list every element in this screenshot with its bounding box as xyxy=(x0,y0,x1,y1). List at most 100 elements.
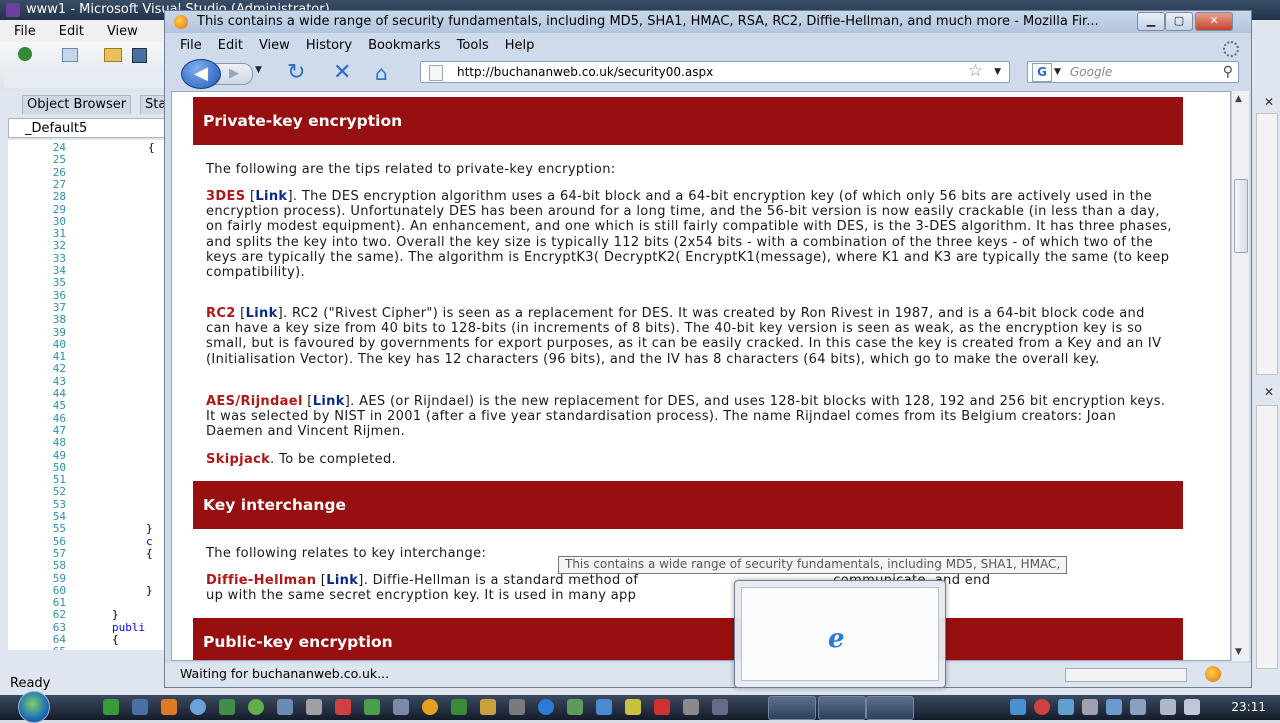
section-heading-key-interchange: Key interchange xyxy=(193,481,1183,529)
menu-edit[interactable]: Edit xyxy=(208,35,249,57)
vs-open-folder-icon[interactable] xyxy=(104,48,122,62)
scroll-thumb[interactable] xyxy=(1234,179,1248,253)
text-diffie-hellman: . Diffie-Hellman is a standard method of xyxy=(363,573,643,588)
address-bar[interactable]: http://buchananweb.co.uk/security00.aspx… xyxy=(420,61,1010,83)
tray-icon[interactable] xyxy=(1058,699,1074,715)
vs-scrollbar[interactable] xyxy=(1256,113,1278,375)
tray-icon[interactable] xyxy=(1130,699,1146,715)
url-dropdown-icon[interactable]: ▼ xyxy=(994,62,1001,82)
menu-bookmarks[interactable]: Bookmarks xyxy=(358,35,447,57)
vs-code-editor[interactable]: 24{25 26 27 28 29 30 31 32 33 34 35 36 37 38 39 40 41 42 4… xyxy=(8,140,170,650)
tray-icon[interactable] xyxy=(1034,699,1050,715)
close-icon[interactable]: ✕ xyxy=(1264,95,1274,109)
code-fragment: c xyxy=(146,534,153,548)
stop-icon[interactable]: ✕ xyxy=(333,61,351,85)
vs-menu-view[interactable]: View xyxy=(93,20,147,42)
search-box[interactable]: G ▼ Google ⚲ xyxy=(1027,61,1239,83)
quicklaunch-icon[interactable] xyxy=(596,699,612,715)
quicklaunch-icon[interactable] xyxy=(480,699,496,715)
taskbar-thumbnail-preview[interactable]: e xyxy=(734,580,946,688)
scroll-down-icon[interactable]: ▼ xyxy=(1235,647,1242,657)
network-icon[interactable] xyxy=(1160,699,1176,715)
paragraph-aes: AES/Rijndael [Link]. AES (or Rijndael) i… xyxy=(206,394,1166,440)
reload-icon[interactable]: ↻ xyxy=(287,61,305,85)
tab-object-browser[interactable]: Object Browser xyxy=(22,95,132,114)
link-aes[interactable]: Link xyxy=(313,394,345,409)
vs-add-item-icon[interactable] xyxy=(62,48,78,62)
vs-save-icon[interactable] xyxy=(132,48,147,63)
tray-icon[interactable] xyxy=(1082,699,1098,715)
bookmark-star-icon[interactable]: ☆ xyxy=(968,61,983,81)
code-fragment: { xyxy=(146,546,153,560)
vs-logo-icon xyxy=(6,3,20,17)
page-icon xyxy=(429,65,443,81)
tray-icon[interactable] xyxy=(1010,699,1026,715)
search-icon[interactable]: ⚲ xyxy=(1223,62,1233,82)
taskbar-button[interactable] xyxy=(768,696,816,720)
link-diffie-hellman[interactable]: Link xyxy=(326,573,358,588)
minimize-button[interactable]: ▁ xyxy=(1137,12,1165,31)
menu-view[interactable]: View xyxy=(249,35,296,57)
vs-menu-edit[interactable]: Edit xyxy=(45,20,93,42)
quicklaunch-icon[interactable] xyxy=(306,699,322,715)
quicklaunch-icon[interactable] xyxy=(422,699,438,715)
quicklaunch-icon[interactable] xyxy=(161,699,177,715)
term-aes: AES/Rijndael xyxy=(206,394,303,409)
paragraph-3des: 3DES [Link]. The DES encryption algorith… xyxy=(206,189,1172,281)
quicklaunch-icon[interactable] xyxy=(683,699,699,715)
taskbar-button-ie[interactable] xyxy=(818,696,866,720)
link-3des[interactable]: Link xyxy=(255,189,287,204)
loading-throbber-icon xyxy=(1223,41,1239,57)
vs-status-text: Ready xyxy=(10,676,51,691)
quicklaunch-icon[interactable] xyxy=(103,699,119,715)
quicklaunch-icon[interactable] xyxy=(335,699,351,715)
tray-icon[interactable] xyxy=(1106,699,1122,715)
close-button[interactable]: ✕ xyxy=(1195,12,1233,31)
quicklaunch-icon[interactable] xyxy=(277,699,293,715)
clock[interactable]: 23:11 xyxy=(1231,695,1266,720)
scroll-up-icon[interactable]: ▲ xyxy=(1235,94,1242,104)
menu-file[interactable]: File xyxy=(165,35,208,57)
back-button[interactable]: ◀ xyxy=(181,59,221,89)
quicklaunch-icon[interactable] xyxy=(654,699,670,715)
vs-status-bar: Ready xyxy=(0,672,170,695)
google-engine-icon[interactable]: G xyxy=(1032,63,1052,82)
home-icon[interactable]: ⌂ xyxy=(375,61,388,85)
quicklaunch-icon[interactable] xyxy=(132,699,148,715)
vs-right-panel: ✕ ✕ xyxy=(1252,95,1280,672)
page-content[interactable]: Private-key encryption The following are… xyxy=(171,91,1231,661)
menu-help[interactable]: Help xyxy=(495,35,541,57)
vs-tool-tabs: Object Browser Sta xyxy=(0,95,172,114)
search-engine-dropdown-icon[interactable]: ▼ xyxy=(1054,62,1061,82)
menu-tools[interactable]: Tools xyxy=(447,35,495,57)
taskbar-button-firefox[interactable] xyxy=(866,696,914,720)
quicklaunch-icon[interactable] xyxy=(393,699,409,715)
vs-document-tab[interactable]: _Default5 xyxy=(8,118,170,138)
line-number: 48 xyxy=(52,436,66,450)
quicklaunch-icon[interactable] xyxy=(451,699,467,715)
close-icon[interactable]: ✕ xyxy=(1264,385,1274,399)
line-number: 52 xyxy=(52,485,66,499)
quicklaunch-icon[interactable] xyxy=(364,699,380,715)
link-rc2[interactable]: Link xyxy=(246,306,278,321)
page-scrollbar[interactable]: ▲ ▼ xyxy=(1231,91,1249,661)
vs-menu-file[interactable]: File xyxy=(0,20,45,42)
history-dropdown-icon[interactable]: ▼ xyxy=(255,65,262,75)
quicklaunch-icon[interactable] xyxy=(712,699,728,715)
menu-history[interactable]: History xyxy=(296,35,358,57)
firefox-title-bar[interactable]: This contains a wide range of security f… xyxy=(165,11,1251,33)
quicklaunch-icon[interactable] xyxy=(509,699,525,715)
vs-new-project-icon[interactable] xyxy=(18,47,32,61)
quicklaunch-icon[interactable] xyxy=(567,699,583,715)
quicklaunch-icon[interactable] xyxy=(538,699,554,715)
firefox-status-bar: Waiting for buchananweb.co.uk... xyxy=(165,663,1251,687)
start-button[interactable] xyxy=(18,691,50,723)
quicklaunch-icon[interactable] xyxy=(625,699,641,715)
maximize-button[interactable]: ▢ xyxy=(1165,12,1193,31)
quicklaunch-icon[interactable] xyxy=(248,699,264,715)
quicklaunch-icon[interactable] xyxy=(219,699,235,715)
volume-icon[interactable] xyxy=(1184,699,1200,715)
firefox-window: This contains a wide range of security f… xyxy=(164,10,1252,688)
vs-scrollbar[interactable] xyxy=(1256,405,1278,669)
quicklaunch-icon[interactable] xyxy=(190,699,206,715)
